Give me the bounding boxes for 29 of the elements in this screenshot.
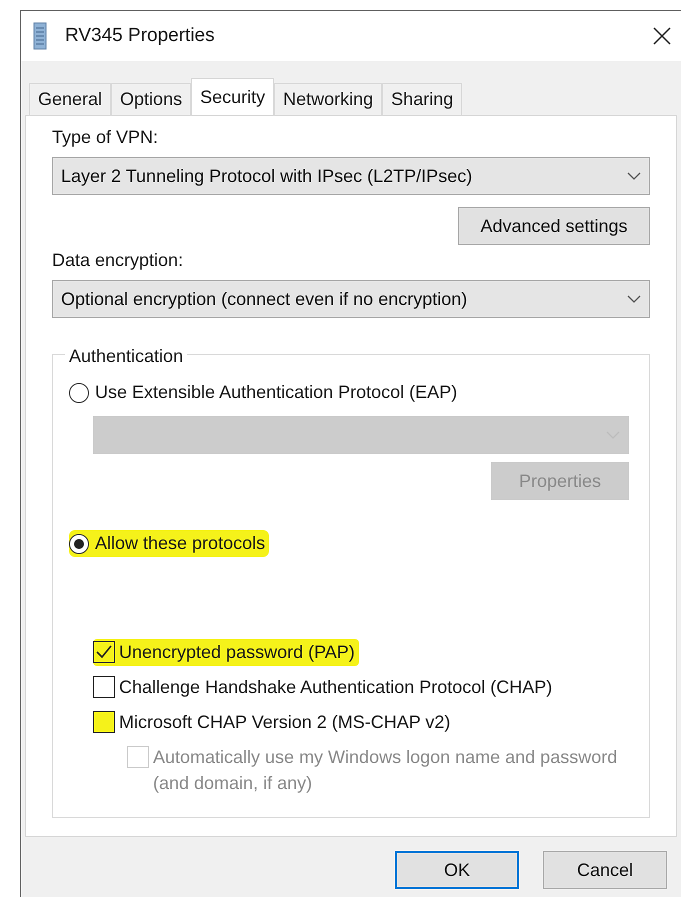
- advanced-settings-button[interactable]: Advanced settings: [458, 207, 650, 245]
- vpn-type-dropdown[interactable]: Layer 2 Tunneling Protocol with IPsec (L2TP/IPsec): [52, 157, 650, 195]
- window-title: RV345 Properties: [65, 24, 215, 48]
- checkbox[interactable]: [93, 711, 115, 733]
- checkbox-label: Unencrypted password (PAP): [119, 641, 355, 664]
- checkmark-icon: [96, 645, 112, 659]
- ok-button[interactable]: OK: [395, 851, 519, 889]
- checkbox[interactable]: [93, 641, 115, 663]
- chevron-down-icon: [627, 295, 641, 303]
- close-icon[interactable]: [653, 27, 671, 45]
- server-icon: [33, 22, 47, 50]
- tab[interactable]: Networking: [274, 83, 382, 115]
- checkbox-label: Microsoft CHAP Version 2 (MS-CHAP v2): [119, 711, 450, 734]
- field-label: Type of VPN:: [52, 126, 160, 149]
- field-label: Data encryption:: [52, 249, 184, 272]
- cancel-button[interactable]: Cancel: [543, 851, 667, 889]
- radio-label: Allow these protocols: [95, 532, 266, 555]
- radio-button[interactable]: [69, 382, 89, 402]
- tab[interactable]: Sharing: [382, 83, 462, 115]
- radio-button[interactable]: [69, 534, 89, 554]
- radio-label: Use Extensible Authentication Protocol (EAP): [95, 381, 458, 404]
- tab[interactable]: Security: [191, 78, 274, 116]
- encryption-dropdown[interactable]: Optional encryption (connect even if no encryption): [52, 280, 650, 318]
- checkbox-label: Challenge Handshake Authentication Protocol (CHAP): [119, 676, 552, 699]
- tab[interactable]: Options: [111, 83, 192, 115]
- checkbox-label: Automatically use my Windows logon name and password (and domain, if any): [153, 746, 618, 795]
- checkbox[interactable]: [93, 676, 115, 698]
- tab[interactable]: General: [29, 83, 112, 115]
- chevron-down-icon: [627, 172, 641, 180]
